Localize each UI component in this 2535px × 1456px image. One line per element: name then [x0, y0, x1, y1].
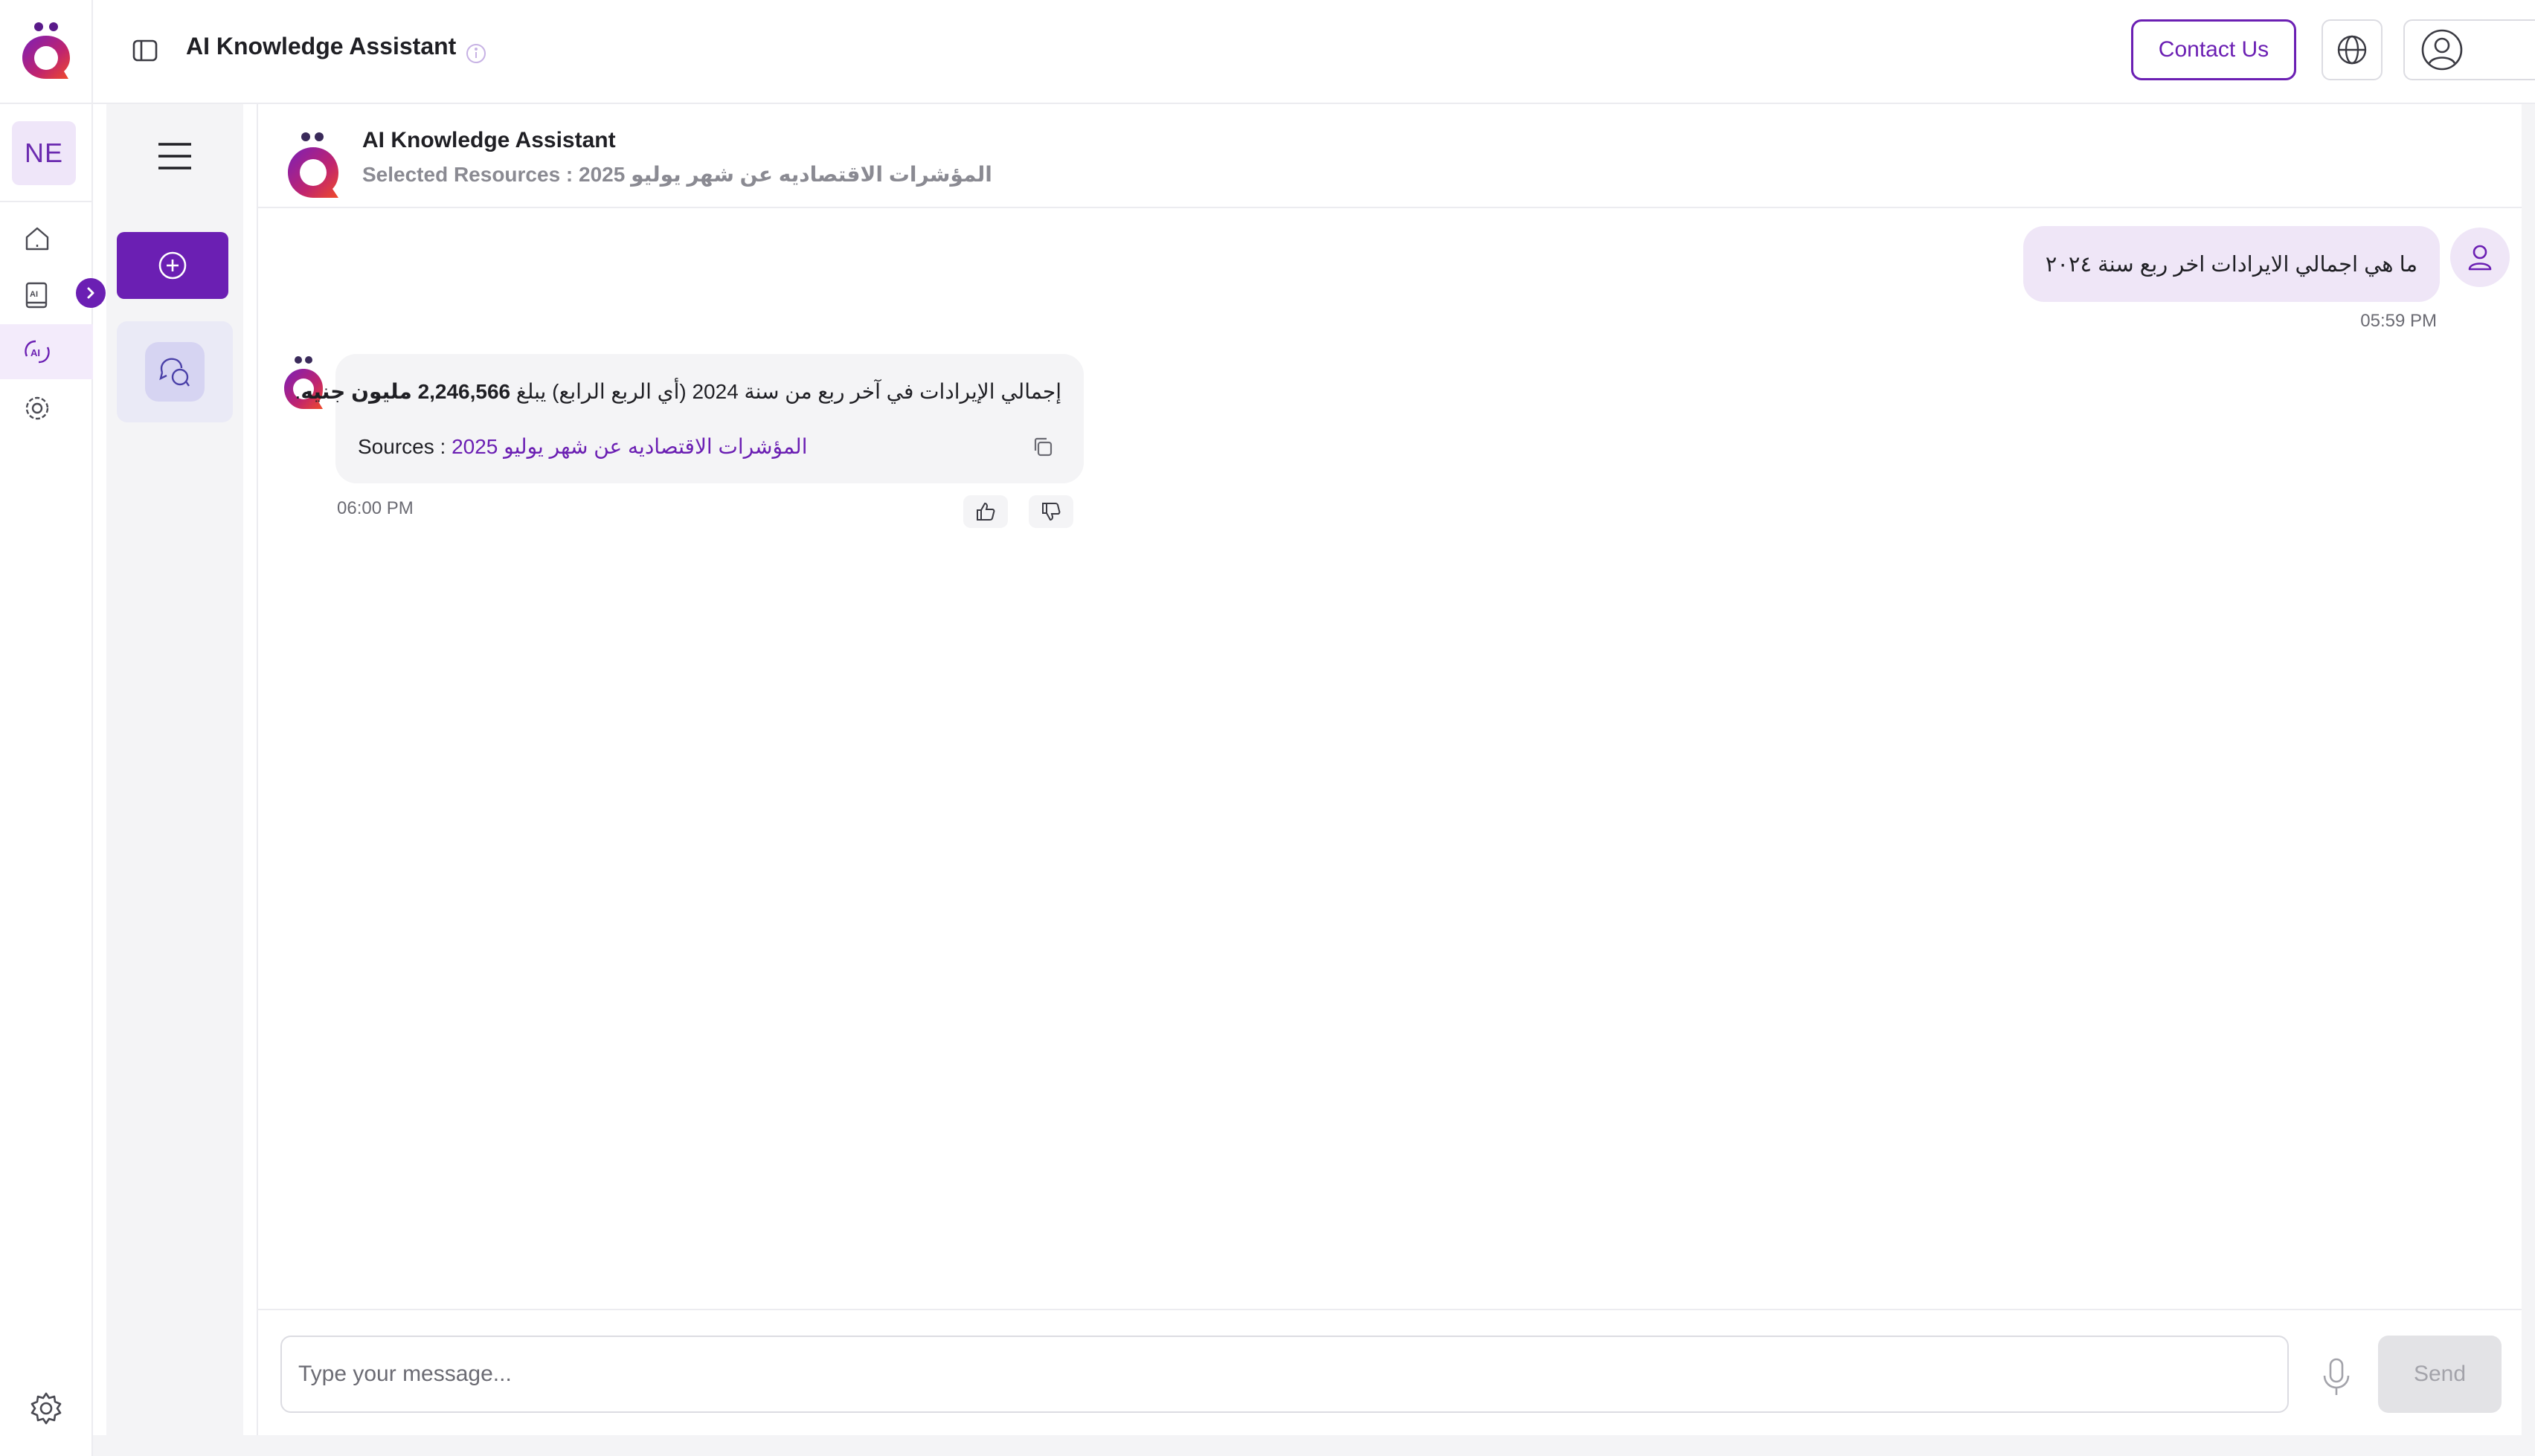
message-input[interactable] — [280, 1336, 2289, 1413]
conversation-panel — [106, 104, 243, 1435]
sources-label: Sources : — [358, 435, 452, 458]
gear-icon — [25, 396, 49, 420]
ai-book-icon: AI — [25, 282, 48, 309]
answer-highlight: 2,246,566 مليون جنيه — [301, 380, 511, 403]
source-link[interactable]: 2025 المؤشرات الاقتصاديه عن شهر يوليو — [452, 435, 807, 458]
divider — [0, 103, 93, 104]
rail-item-home[interactable] — [0, 211, 93, 266]
bottom-strip — [93, 1435, 2535, 1456]
menu-icon[interactable] — [155, 140, 194, 173]
thumbs-down-icon — [1042, 503, 1061, 521]
ai-assistant-icon: AI — [25, 340, 50, 364]
profile-menu-button[interactable] — [2403, 19, 2535, 80]
answer-text: إجمالي الإيرادات في آخر ربع من سنة 2024 … — [510, 380, 1061, 403]
microphone-icon[interactable] — [2319, 1356, 2354, 1398]
workspace-avatar[interactable]: NE — [12, 121, 76, 185]
assistant-logo — [288, 132, 338, 198]
home-icon — [25, 227, 49, 251]
info-icon[interactable] — [465, 42, 487, 65]
conversation-item[interactable] — [117, 321, 233, 422]
app-title: AI Knowledge Assistant — [186, 33, 457, 59]
user-circle-icon — [2421, 29, 2463, 71]
message-composer: Send — [258, 1309, 2522, 1435]
settings-gear-icon[interactable] — [28, 1391, 64, 1426]
copy-icon[interactable] — [1030, 434, 1056, 460]
top-bar: AI Knowledge Assistant Contact Us — [93, 0, 2535, 104]
globe-icon — [2337, 35, 2367, 65]
panel-toggle-icon[interactable] — [130, 36, 160, 65]
svg-text:AI: AI — [30, 290, 38, 299]
app-root: NE AI AI AI Knowledge Assistant Contact … — [0, 0, 2535, 1456]
thumbs-up-icon — [977, 502, 995, 521]
contact-us-button[interactable]: Contact Us — [2131, 19, 2296, 80]
rail-item-settings[interactable] — [0, 381, 93, 436]
brand-logo[interactable] — [16, 21, 77, 82]
new-chat-button[interactable] — [117, 232, 228, 299]
selected-resources: Selected Resources : 2025 المؤشرات الاقت… — [362, 163, 992, 186]
rail-item-ai-assistant[interactable]: AI — [0, 324, 93, 379]
left-rail: NE AI AI — [0, 0, 106, 1456]
language-button[interactable] — [2322, 19, 2383, 80]
divider — [0, 201, 93, 202]
message-timestamp: 05:59 PM — [2360, 311, 2437, 331]
chevron-right-icon — [87, 287, 94, 299]
svg-text:AI: AI — [30, 347, 40, 358]
scrollbar[interactable] — [2522, 104, 2535, 1435]
chat-area: AI Knowledge Assistant Selected Resource… — [257, 104, 2522, 1435]
thumbs-up-button[interactable] — [963, 495, 1008, 528]
user-icon — [2468, 245, 2492, 271]
send-button[interactable]: Send — [2378, 1336, 2502, 1413]
sidebar-expand-button[interactable] — [76, 278, 106, 308]
user-message: ما هي اجمالي الايرادات اخر ربع سنة ٢٠٢٤ — [2022, 226, 2440, 302]
chat-title: AI Knowledge Assistant — [362, 128, 616, 152]
user-avatar — [2450, 228, 2510, 287]
thumbs-down-button[interactable] — [1029, 495, 1073, 528]
chat-header: AI Knowledge Assistant Selected Resource… — [258, 104, 2522, 208]
sources-line: Sources : 2025 المؤشرات الاقتصاديه عن شه… — [358, 434, 807, 459]
assistant-answer: إجمالي الإيرادات في آخر ربع من سنة 2024 … — [295, 379, 1061, 404]
assistant-message: إجمالي الإيرادات في آخر ربع من سنة 2024 … — [295, 354, 1084, 483]
chat-bubbles-icon — [159, 358, 190, 387]
chat-bubble-icon-wrap — [145, 342, 205, 402]
plus-circle-icon — [158, 251, 187, 280]
message-timestamp: 06:00 PM — [337, 498, 414, 518]
